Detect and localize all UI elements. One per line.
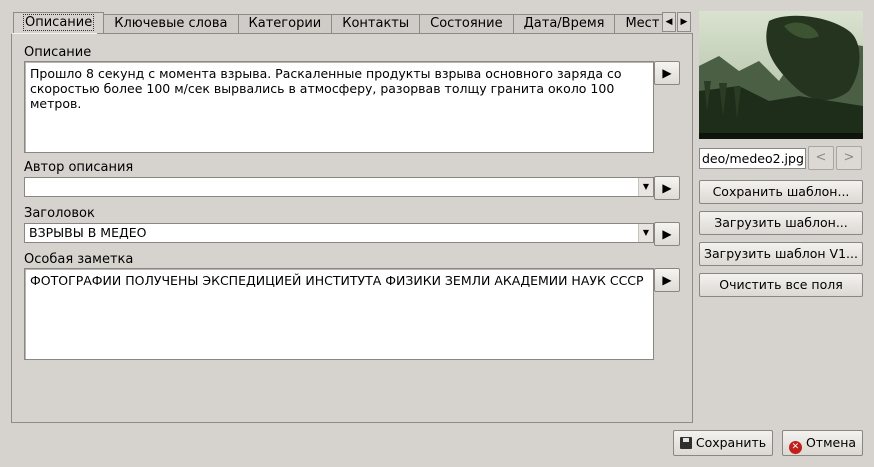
clear-all-fields-button[interactable]: Очистить все поля <box>699 273 863 297</box>
prev-image-button[interactable]: < <box>808 146 834 170</box>
save-template-button[interactable]: Сохранить шаблон... <box>699 180 863 204</box>
special-note-label: Особая заметка <box>24 252 134 267</box>
combo-arrow-icon[interactable]: ▼ <box>638 178 653 196</box>
headline-label: Заголовок <box>24 206 95 221</box>
image-preview <box>699 11 863 139</box>
tab-panel-border <box>97 33 693 34</box>
chevron-left-icon: ◀ <box>665 17 673 27</box>
play-icon: ▶ <box>662 181 672 195</box>
tab-description[interactable]: Описание <box>13 12 105 34</box>
tab-status[interactable]: Состояние <box>419 14 514 34</box>
image-path-field[interactable]: deo/medeo2.jpg <box>699 148 806 169</box>
chevron-right-icon: ▶ <box>680 17 688 27</box>
play-icon: ▶ <box>662 66 672 80</box>
tab-scroll-right-button[interactable]: ▶ <box>677 12 691 32</box>
description-insert-button[interactable]: ▶ <box>654 61 680 85</box>
special-note-insert-button[interactable]: ▶ <box>654 268 680 292</box>
author-label: Автор описания <box>24 160 134 175</box>
tab-bar: Описание Ключевые слова Категории Контакты С… <box>13 12 663 34</box>
image-preview-picture <box>699 11 863 139</box>
description-label: Описание <box>24 45 92 60</box>
load-template-v1-button[interactable]: Загрузить шаблон V1... <box>699 242 863 266</box>
save-button-label: Сохранить <box>695 435 767 450</box>
tab-categories[interactable]: Категории <box>237 14 333 34</box>
headline-insert-button[interactable]: ▶ <box>654 222 680 246</box>
combo-arrow-icon[interactable]: ▼ <box>638 224 653 242</box>
author-combo[interactable]: ▼ <box>24 177 654 197</box>
play-icon: ▶ <box>662 273 672 287</box>
next-image-button[interactable]: > <box>836 146 862 170</box>
description-textarea[interactable]: Прошло 8 секунд с момента взрыва. Раскал… <box>24 61 654 153</box>
tab-location[interactable]: Мест <box>614 14 663 34</box>
chevron-left-icon: < <box>815 150 827 165</box>
headline-combo[interactable]: ВЗРЫВЫ В МЕДЕО ▼ <box>24 223 654 243</box>
tab-datetime[interactable]: Дата/Время <box>512 14 616 34</box>
cancel-button-label: Отмена <box>805 435 857 450</box>
headline-value: ВЗРЫВЫ В МЕДЕО <box>29 225 147 240</box>
play-icon: ▶ <box>662 227 672 241</box>
author-insert-button[interactable]: ▶ <box>654 176 680 200</box>
cancel-button[interactable]: ✕ Отмена <box>782 430 863 456</box>
chevron-right-icon: > <box>843 150 855 165</box>
load-template-button[interactable]: Загрузить шаблон... <box>699 211 863 235</box>
tab-keywords[interactable]: Ключевые слова <box>103 14 239 34</box>
special-note-textarea[interactable]: ФОТОГРАФИИ ПОЛУЧЕНЫ ЭКСПЕДИЦИЕЙ ИНСТИТУТ… <box>24 268 654 360</box>
cancel-icon: ✕ <box>788 441 802 454</box>
floppy-disk-icon <box>679 437 692 449</box>
tab-contacts[interactable]: Контакты <box>331 14 421 34</box>
tab-scroll-left-button[interactable]: ◀ <box>662 12 676 32</box>
save-button[interactable]: Сохранить <box>673 430 773 456</box>
